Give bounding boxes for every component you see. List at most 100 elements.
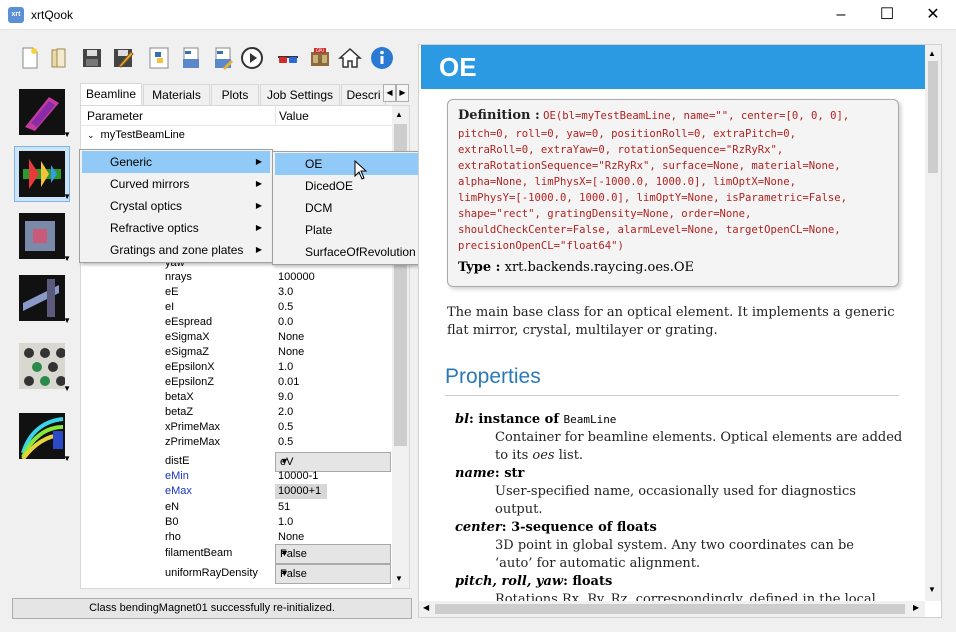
gpu-icon[interactable]: GPU bbox=[306, 44, 334, 72]
definition-line: precisionOpenCL="float64") bbox=[458, 240, 624, 252]
column-header-parameter[interactable]: Parameter bbox=[87, 109, 143, 123]
run-icon[interactable] bbox=[238, 44, 266, 72]
scroll-down-icon[interactable]: ▼ bbox=[928, 585, 936, 594]
tab-description[interactable]: Descri bbox=[341, 84, 386, 105]
close-button[interactable]: ✕ bbox=[910, 0, 956, 30]
optics-button[interactable]: ▼ bbox=[14, 146, 71, 202]
tab-scroll-right-icon[interactable]: ▶ bbox=[396, 84, 409, 102]
property-center: center: 3-sequence of floats bbox=[455, 520, 657, 535]
table-row[interactable]: uniformRayDensity False ▼ bbox=[81, 564, 393, 584]
tab-plots[interactable]: Plots bbox=[211, 84, 259, 105]
screens-button[interactable]: ▼ bbox=[14, 270, 71, 326]
table-row[interactable]: eSigmaZ None bbox=[81, 345, 393, 360]
table-row[interactable]: eI 0.5 bbox=[81, 300, 393, 315]
menu-item-surface-of-revolution[interactable]: SurfaceOfRevolution bbox=[275, 241, 437, 263]
menu-item-refractive-optics[interactable]: Refractive optics ▶ bbox=[82, 217, 270, 239]
table-row[interactable]: filamentBeam False ▼ bbox=[81, 544, 393, 564]
type-label: Type : bbox=[458, 260, 501, 275]
menu-item-dcm[interactable]: DCM bbox=[275, 197, 437, 219]
chevron-down-icon[interactable]: ▼ bbox=[63, 454, 71, 463]
table-row[interactable]: eEpsilonX 1.0 bbox=[81, 360, 393, 375]
definition-line: shape="rect", gratingDensity=None, order… bbox=[458, 208, 752, 220]
scrollbar-thumb[interactable] bbox=[435, 604, 905, 614]
chevron-down-icon: ▼ bbox=[280, 548, 289, 558]
chevron-down-icon[interactable]: ⌄ bbox=[87, 130, 95, 140]
new-icon[interactable] bbox=[16, 44, 44, 72]
scrollbar-thumb[interactable] bbox=[928, 61, 938, 173]
tab-scroll-left-icon[interactable]: ◀ bbox=[383, 84, 396, 102]
chevron-right-icon: ▶ bbox=[255, 179, 262, 188]
property-pitch-roll-yaw: pitch, roll, yaw: floats bbox=[455, 574, 613, 589]
table-row[interactable]: eSigmaX None bbox=[81, 330, 393, 345]
table-row[interactable]: rho None bbox=[81, 530, 393, 545]
uniform-ray-density-select[interactable]: False ▼ bbox=[275, 564, 391, 584]
window-title: xrtQook bbox=[31, 8, 74, 22]
definition-line: extraRoll=0, extraYaw=0, rotationSequenc… bbox=[458, 144, 784, 156]
minimize-button[interactable]: – bbox=[818, 0, 864, 30]
column-header-value[interactable]: Value bbox=[279, 109, 309, 123]
definition-line: limPhysY=[-1000.0, 1000.0], limOptY=None… bbox=[458, 192, 848, 204]
table-row[interactable]: eMin 10000-1 bbox=[81, 469, 393, 484]
optical-element-icon bbox=[19, 151, 65, 197]
chevron-right-icon: ▶ bbox=[255, 157, 262, 166]
table-row[interactable]: nrays 100000 bbox=[81, 270, 393, 285]
table-row[interactable]: eN 51 bbox=[81, 500, 393, 515]
menu-item-gratings-zone-plates[interactable]: Gratings and zone plates ▶ bbox=[82, 239, 270, 261]
definition-line: OE(bl=myTestBeamLine, name="", center=[0… bbox=[543, 110, 850, 122]
element-category-strip: ▼ ▼ ▼ ▼ ▼ ▼ bbox=[12, 84, 74, 474]
chevron-down-icon[interactable]: ▼ bbox=[63, 130, 71, 139]
menu-item-curved-mirrors[interactable]: Curved mirrors ▶ bbox=[82, 173, 270, 195]
definition-label: Definition : bbox=[458, 108, 540, 123]
save-script-icon[interactable] bbox=[177, 44, 205, 72]
definition-line: pitch=0, roll=0, yaw=0, positionRoll=0, … bbox=[458, 128, 797, 140]
tree-header: Parameter Value bbox=[81, 106, 393, 126]
scroll-left-icon[interactable]: ◀ bbox=[423, 603, 429, 612]
table-row[interactable]: eMax 10000+1 bbox=[81, 484, 393, 499]
info-icon[interactable] bbox=[368, 44, 396, 72]
save-script-as-icon[interactable] bbox=[209, 44, 237, 72]
home-icon[interactable] bbox=[336, 44, 364, 72]
python-icon[interactable] bbox=[145, 44, 173, 72]
open-icon[interactable] bbox=[46, 44, 74, 72]
menu-item-crystal-optics[interactable]: Crystal optics ▶ bbox=[82, 195, 270, 217]
table-row[interactable]: eE 3.0 bbox=[81, 285, 393, 300]
plots-button[interactable]: ▼ bbox=[14, 408, 71, 464]
filament-beam-select[interactable]: False ▼ bbox=[275, 544, 391, 564]
scroll-right-icon[interactable]: ▶ bbox=[913, 603, 919, 612]
title-bar: xrt xrtQook – ☐ ✕ bbox=[0, 0, 956, 30]
doc-horizontal-scrollbar[interactable]: ◀ ▶ bbox=[419, 601, 925, 617]
chevron-down-icon[interactable]: ▼ bbox=[63, 254, 71, 263]
scroll-down-icon[interactable]: ▼ bbox=[395, 574, 403, 583]
menu-item-plate[interactable]: Plate bbox=[275, 219, 437, 241]
table-row[interactable]: betaZ 2.0 bbox=[81, 405, 393, 420]
table-row[interactable]: xPrimeMax 0.5 bbox=[81, 420, 393, 435]
tab-job-settings[interactable]: Job Settings bbox=[260, 84, 340, 105]
maximize-button[interactable]: ☐ bbox=[864, 0, 910, 30]
definition-box: Definition : OE(bl=myTestBeamLine, name=… bbox=[447, 99, 899, 287]
save-icon[interactable] bbox=[78, 44, 106, 72]
apertures-button[interactable]: ▼ bbox=[14, 208, 71, 264]
tab-materials[interactable]: Materials bbox=[143, 84, 210, 105]
save-as-icon[interactable] bbox=[109, 44, 137, 72]
table-row[interactable]: eEpsilonZ 0.01 bbox=[81, 375, 393, 390]
table-row[interactable]: eEspread 0.0 bbox=[81, 315, 393, 330]
chevron-down-icon[interactable]: ▼ bbox=[63, 316, 71, 325]
app-icon: xrt bbox=[8, 7, 24, 23]
doc-vertical-scrollbar[interactable]: ▲ ▼ bbox=[925, 45, 941, 601]
table-row[interactable]: betaX 9.0 bbox=[81, 390, 393, 405]
chevron-down-icon[interactable]: ▼ bbox=[63, 384, 71, 393]
scroll-up-icon[interactable]: ▲ bbox=[395, 110, 403, 119]
glasses-3d-icon[interactable] bbox=[274, 44, 302, 72]
divider bbox=[445, 395, 899, 396]
sources-button[interactable]: ▼ bbox=[14, 84, 71, 140]
table-row[interactable]: zPrimeMax 0.5 bbox=[81, 435, 393, 450]
tab-beamline[interactable]: Beamline bbox=[80, 83, 142, 106]
menu-item-generic[interactable]: Generic ▶ bbox=[82, 151, 270, 173]
chevron-down-icon[interactable]: ▼ bbox=[63, 192, 71, 201]
materials-button[interactable]: ▼ bbox=[14, 338, 71, 394]
add-element-menu: Generic ▶ Curved mirrors ▶ Crystal optics ▶… bbox=[79, 149, 273, 263]
table-row[interactable]: B0 1.0 bbox=[81, 515, 393, 530]
tree-root-item[interactable]: ⌄ myTestBeamLine bbox=[87, 129, 185, 141]
scroll-up-icon[interactable]: ▲ bbox=[928, 49, 936, 58]
doc-title: OE bbox=[421, 45, 925, 89]
